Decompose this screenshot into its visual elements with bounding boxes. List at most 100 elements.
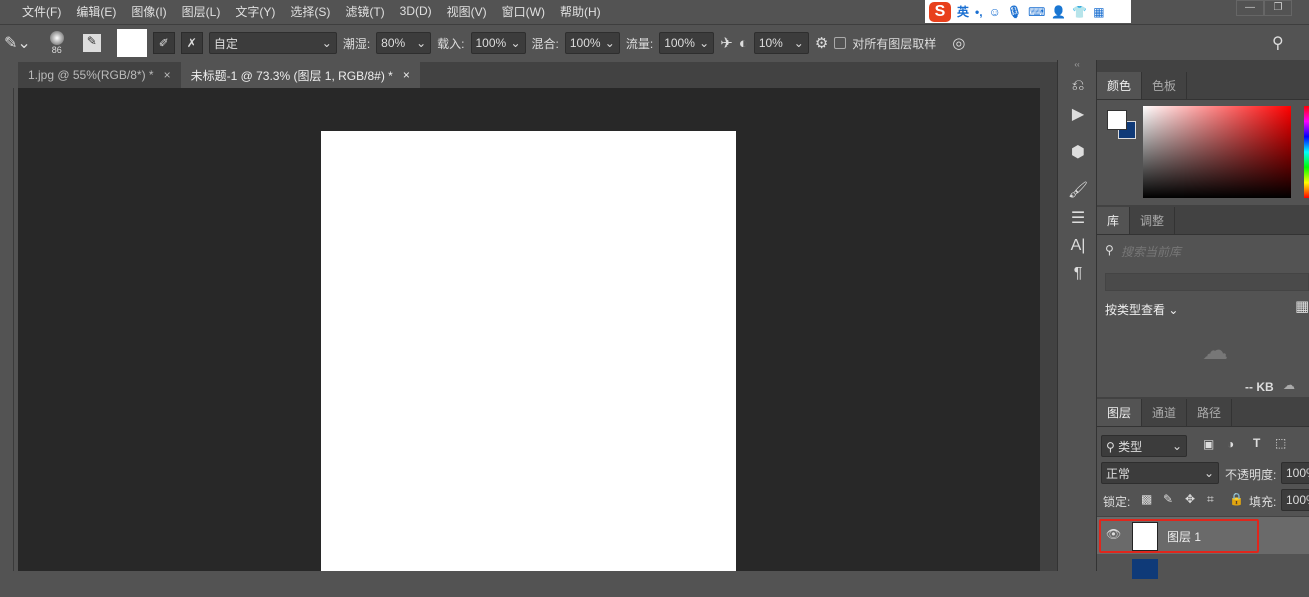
skin-icon[interactable]: 👕 [1072, 5, 1087, 19]
play-action-icon[interactable]: ▶ [1058, 100, 1098, 128]
airbrush-icon[interactable]: ✈ [720, 34, 733, 52]
layer-filter-select[interactable]: ⚲ 类型⌄ [1101, 435, 1187, 457]
hue-slider[interactable] [1304, 106, 1309, 198]
vertical-scrollbar[interactable] [1040, 88, 1057, 571]
keyboard-icon[interactable]: ⌨ [1028, 5, 1045, 19]
library-select[interactable] [1105, 273, 1309, 291]
user-icon[interactable]: 👤 [1051, 5, 1066, 19]
smoothing-input[interactable]: 10%⌄ [754, 32, 809, 54]
library-search-input[interactable]: 搜索当前库 [1121, 243, 1181, 260]
load-brush-icon[interactable]: ✐ [153, 32, 175, 54]
3d-icon[interactable]: ⬢ [1058, 138, 1098, 166]
sample-all-checkbox[interactable] [834, 37, 846, 49]
menu-image[interactable]: 图像(I) [131, 3, 166, 20]
smoothing-icon: ◐ [739, 35, 748, 52]
tools-panel[interactable] [0, 88, 14, 571]
cloud-sync-icon[interactable]: ☁ [1283, 378, 1295, 392]
collapse-icon[interactable]: ‹‹ [1058, 60, 1096, 72]
grid-icon[interactable]: ▦ [1093, 5, 1104, 19]
load-label: 载入: [437, 35, 464, 52]
lock-position-icon[interactable]: ✥ [1185, 492, 1195, 506]
tab-adjustments[interactable]: 调整 [1130, 207, 1175, 234]
search-icon[interactable]: ⚲ [1272, 33, 1284, 53]
tab-channels[interactable]: 通道 [1142, 399, 1187, 426]
adjust-sliders-icon[interactable]: ☰ [1058, 204, 1098, 232]
libraries-panel: ⚲ 搜索当前库 按类型查看 ⌄ ▦ ☁ -- KB ☁ [1097, 235, 1309, 397]
menu-type[interactable]: 文字(Y) [235, 3, 275, 20]
color-field[interactable] [1143, 106, 1291, 198]
lock-transparent-icon[interactable]: ▩ [1141, 492, 1152, 506]
paragraph-icon[interactable]: ¶ [1058, 260, 1098, 288]
document-canvas[interactable] [321, 131, 736, 571]
selection-highlight [1099, 519, 1259, 553]
tab-color[interactable]: 颜色 [1097, 72, 1142, 99]
close-icon[interactable]: × [164, 68, 171, 82]
minimize-button[interactable]: — [1236, 0, 1264, 16]
ime-language[interactable]: 英 [957, 3, 969, 20]
wet-label: 潮湿: [343, 35, 370, 52]
menu-select[interactable]: 选择(S) [290, 3, 330, 20]
mic-icon[interactable]: 🎙 [1007, 5, 1022, 19]
menu-3d[interactable]: 3D(D) [400, 4, 432, 18]
fill-label: 填充: [1249, 493, 1276, 510]
gear-icon[interactable]: ⚙ [815, 34, 828, 52]
tab-untitled[interactable]: 未标题-1 @ 73.3% (图层 1, RGB/8#) *× [181, 62, 420, 88]
brush-panel-icon[interactable]: ✎ [83, 34, 101, 52]
window-controls: — ❐ [1236, 0, 1292, 16]
flow-input[interactable]: 100%⌄ [659, 32, 714, 54]
sample-all-label: 对所有图层取样 [852, 35, 936, 52]
search-icon: ⚲ [1105, 243, 1114, 257]
close-icon[interactable]: × [403, 68, 410, 82]
tab-1jpg[interactable]: 1.jpg @ 55%(RGB/8*) *× [18, 62, 181, 88]
opacity-input[interactable]: 100% [1281, 462, 1309, 484]
ime-punct[interactable]: •, [975, 5, 983, 19]
fill-input[interactable]: 100% [1281, 489, 1309, 511]
filter-adjustment-icon[interactable]: ◑ [1227, 437, 1234, 451]
menu-layer[interactable]: 图层(L) [182, 3, 221, 20]
view-by-dropdown[interactable]: 按类型查看 ⌄ [1105, 301, 1178, 318]
document-tabs: 1.jpg @ 55%(RGB/8*) *× 未标题-1 @ 73.3% (图层… [18, 62, 1057, 88]
opacity-label: 不透明度: [1225, 466, 1276, 483]
lock-image-icon[interactable]: ✎ [1163, 492, 1173, 506]
load-input[interactable]: 100%⌄ [471, 32, 526, 54]
tab-layers[interactable]: 图层 [1097, 399, 1142, 426]
mix-input[interactable]: 100%⌄ [565, 32, 620, 54]
menu-file[interactable]: 文件(F) [22, 3, 61, 20]
history-icon[interactable]: ⎌ [1058, 72, 1098, 100]
preset-select[interactable]: 自定⌄ [209, 32, 337, 54]
lock-all-icon[interactable]: 🔒 [1229, 492, 1244, 506]
mixer-brush-icon[interactable]: ✎⌄ [4, 33, 31, 53]
tab-libraries[interactable]: 库 [1097, 207, 1130, 234]
menu-edit[interactable]: 编辑(E) [76, 3, 116, 20]
brush-size-picker[interactable]: 86 [37, 31, 77, 55]
grid-view-icon[interactable]: ▦ [1295, 297, 1309, 315]
load-color-swatch[interactable] [117, 29, 147, 57]
restore-button[interactable]: ❐ [1264, 0, 1292, 16]
foreground-color-swatch[interactable] [1107, 110, 1127, 130]
wet-input[interactable]: 80%⌄ [376, 32, 431, 54]
brush-size: 86 [52, 45, 62, 55]
sogou-logo-icon: S [929, 2, 951, 22]
tab-paths[interactable]: 路径 [1187, 399, 1232, 426]
flow-label: 流量: [626, 35, 653, 52]
brush-settings-icon[interactable]: 🖌 [1058, 176, 1098, 204]
pressure-icon[interactable]: ◎ [952, 34, 965, 52]
panel-dock-strip: ‹‹ ⎌ ▶ ⬢ 🖌 ☰ A| ¶ [1057, 60, 1097, 571]
clean-brush-icon[interactable]: ✗ [181, 32, 203, 54]
menu-filter[interactable]: 滤镜(T) [345, 3, 384, 20]
character-icon[interactable]: A| [1058, 232, 1098, 260]
filter-pixel-icon[interactable]: ▣ [1203, 437, 1214, 451]
layers-panel: ⚲ 类型⌄ ▣ ◑ T ⬚ 正常⌄ 不透明度: 100% 锁定: ▩ ✎ ✥ ⌗… [1097, 427, 1309, 597]
menu-window[interactable]: 窗口(W) [502, 3, 545, 20]
filter-type-icon[interactable]: T [1253, 436, 1260, 450]
blend-mode-select[interactable]: 正常⌄ [1101, 462, 1219, 484]
ime-toolbar[interactable]: S 英 •, ☺ 🎙 ⌨ 👤 👕 ▦ [925, 0, 1131, 23]
tab-swatches[interactable]: 色板 [1142, 72, 1187, 99]
background-layer-thumbnail [1132, 559, 1158, 579]
menu-help[interactable]: 帮助(H) [560, 3, 601, 20]
emoji-icon[interactable]: ☺ [989, 5, 1001, 19]
filter-shape-icon[interactable]: ⬚ [1275, 436, 1286, 450]
menu-view[interactable]: 视图(V) [447, 3, 487, 20]
lock-label: 锁定: [1103, 493, 1130, 510]
lock-artboard-icon[interactable]: ⌗ [1207, 492, 1214, 507]
